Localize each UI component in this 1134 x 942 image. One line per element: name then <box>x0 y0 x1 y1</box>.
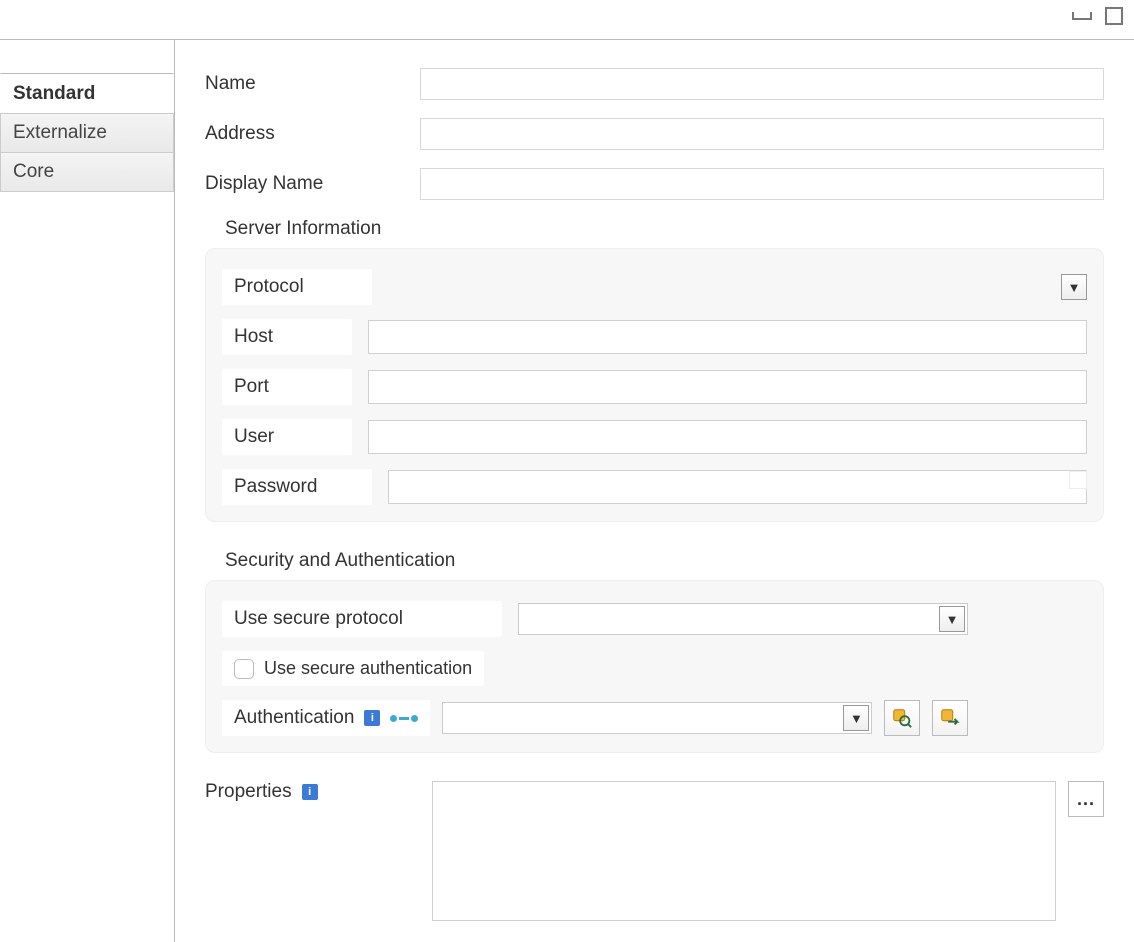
sidebar-spacer <box>0 60 174 74</box>
authentication-combo[interactable]: ▼ <box>442 702 872 734</box>
sidebar: Standard Externalize Core <box>0 40 175 942</box>
security-authentication-group: Use secure protocol ▼ Use secure authent… <box>205 580 1104 753</box>
user-label: User <box>222 419 352 455</box>
password-label: Password <box>222 469 372 505</box>
protocol-value <box>388 272 1055 302</box>
display-name-input[interactable] <box>420 168 1104 200</box>
address-input[interactable] <box>420 118 1104 150</box>
display-name-label: Display Name <box>205 173 420 195</box>
authentication-value <box>443 703 841 733</box>
server-information-title: Server Information <box>225 218 1104 240</box>
security-authentication-title: Security and Authentication <box>225 550 1104 572</box>
authentication-transfer-button[interactable] <box>932 700 968 736</box>
user-input[interactable] <box>368 420 1087 454</box>
properties-label: Properties <box>205 781 292 803</box>
port-input[interactable] <box>368 370 1087 404</box>
password-input[interactable] <box>388 470 1087 504</box>
authentication-label-box: Authentication i <box>222 700 430 736</box>
secure-auth-checkbox[interactable] <box>234 659 254 679</box>
sidebar-tab-externalize[interactable]: Externalize <box>0 113 174 153</box>
key-transfer-icon <box>939 707 961 729</box>
password-indicator-icon <box>1069 471 1087 489</box>
authentication-dropdown-button[interactable]: ▼ <box>843 705 869 731</box>
key-search-icon <box>891 707 913 729</box>
secure-auth-label: Use secure authentication <box>264 658 472 679</box>
host-label: Host <box>222 319 352 355</box>
address-label: Address <box>205 123 420 145</box>
sidebar-tab-standard[interactable]: Standard <box>0 74 174 114</box>
protocol-combo[interactable]: ▼ <box>388 272 1087 302</box>
secure-protocol-label: Use secure protocol <box>222 601 502 637</box>
window-minimize-button[interactable] <box>1072 8 1092 24</box>
protocol-dropdown-button[interactable]: ▼ <box>1061 274 1087 300</box>
main-panel: Name Address Display Name Server Informa… <box>175 40 1134 942</box>
authentication-label: Authentication <box>234 707 354 729</box>
chevron-down-icon: ▼ <box>946 612 959 627</box>
properties-browse-button[interactable]: ... <box>1068 781 1104 817</box>
chevron-down-icon: ▼ <box>1068 280 1081 295</box>
chevron-down-icon: ▼ <box>850 711 863 726</box>
secure-protocol-value <box>519 604 937 634</box>
link-icon[interactable] <box>390 715 418 722</box>
secure-auth-row: Use secure authentication <box>222 651 484 686</box>
window-maximize-button[interactable] <box>1104 8 1124 24</box>
sidebar-tab-core[interactable]: Core <box>0 152 174 192</box>
secure-protocol-combo[interactable]: ▼ <box>518 603 968 635</box>
protocol-label: Protocol <box>222 269 372 305</box>
window-titlebar <box>0 0 1134 40</box>
port-label: Port <box>222 369 352 405</box>
authentication-lookup-button[interactable] <box>884 700 920 736</box>
server-information-group: Protocol ▼ Host Port User <box>205 248 1104 522</box>
host-input[interactable] <box>368 320 1087 354</box>
secure-protocol-dropdown-button[interactable]: ▼ <box>939 606 965 632</box>
name-input[interactable] <box>420 68 1104 100</box>
info-icon[interactable]: i <box>364 710 380 726</box>
name-label: Name <box>205 73 420 95</box>
properties-textarea[interactable] <box>432 781 1056 921</box>
info-icon[interactable]: i <box>302 784 318 800</box>
